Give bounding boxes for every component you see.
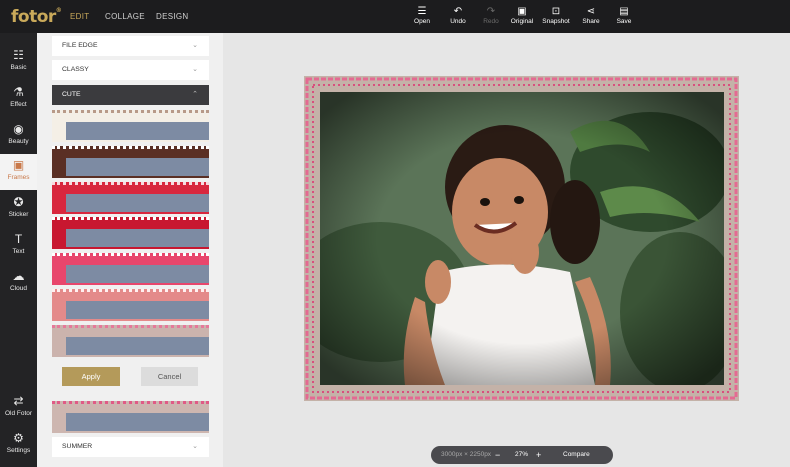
sliders-icon: ☷: [13, 48, 24, 62]
sidebar-item-label: Text: [12, 248, 25, 255]
nav-collage[interactable]: COLLAGE: [105, 12, 145, 21]
frame-thumbnail[interactable]: [52, 146, 209, 178]
frame-preview-area: [66, 194, 209, 212]
share-button[interactable]: ⋖ Share: [576, 5, 606, 25]
toolbar-label: Open: [414, 18, 430, 25]
save-icon: ▤: [619, 6, 629, 17]
zoom-out-button[interactable]: −: [495, 446, 500, 464]
category-cute[interactable]: CUTE ⌃: [52, 85, 209, 105]
frame-preview-area: [66, 158, 209, 176]
sidebar-item-label: Cloud: [10, 285, 27, 292]
frame-thumbnail[interactable]: [52, 289, 209, 321]
photo-image[interactable]: [320, 92, 724, 385]
category-label: CUTE: [62, 91, 81, 98]
frame-thumbnail[interactable]: [52, 182, 209, 214]
top-bar: fotor® EDIT COLLAGE DESIGN ☰ Open ↶ Undo ↷ Re…: [0, 0, 790, 33]
original-icon: ▣: [517, 6, 527, 17]
sidebar-item-label: Beauty: [8, 138, 29, 145]
category-classy[interactable]: CLASSY ⌄: [52, 60, 209, 80]
sidebar-item-effect[interactable]: ⚗ Effect: [0, 81, 37, 117]
sidebar-item-settings[interactable]: ⚙ Settings: [0, 427, 37, 463]
toolbar-label: Redo: [483, 18, 499, 25]
frame-icon: ▣: [12, 158, 25, 172]
redo-icon: ↷: [486, 6, 496, 17]
frame-preview-area: [66, 265, 209, 283]
toolbar-label: Snapshot: [542, 18, 570, 25]
frame-preview-area: [66, 337, 209, 355]
chevron-down-icon: ⌄: [192, 42, 198, 49]
category-label: FILE EDGE: [62, 42, 98, 49]
sidebar-item-basic[interactable]: ☷ Basic: [0, 44, 37, 80]
sidebar-item-label: Sticker: [8, 211, 29, 218]
nav-design[interactable]: DESIGN: [156, 12, 188, 21]
sticker-icon: ✪: [13, 195, 24, 209]
frame-preview-area: [66, 229, 209, 247]
zoom-level: 27%: [515, 451, 529, 458]
original-button[interactable]: ▣ Original: [507, 5, 537, 25]
frame-thumbnail[interactable]: [52, 325, 209, 357]
switch-icon: ⇄: [13, 394, 24, 408]
girl-portrait-illustration: [320, 92, 724, 385]
text-icon: T: [14, 232, 23, 246]
category-label: SUMMER: [62, 443, 93, 450]
share-icon: ⋖: [586, 6, 596, 17]
sidebar-item-label: Old Fotor: [4, 410, 33, 417]
category-file-edge[interactable]: FILE EDGE ⌄: [52, 36, 209, 56]
snapshot-button[interactable]: ⊡ Snapshot: [541, 5, 571, 25]
eye-icon: ◉: [13, 122, 24, 136]
category-summer[interactable]: SUMMER ⌄: [52, 437, 209, 457]
logo-text: fotor: [11, 7, 56, 27]
frame-preview-area: [66, 301, 209, 319]
open-button[interactable]: ☰ Open: [407, 5, 437, 25]
nav-edit[interactable]: EDIT: [70, 12, 89, 21]
frame-thumbnail[interactable]: [52, 217, 209, 249]
frame-thumbnail[interactable]: [52, 401, 209, 433]
toolbar-label: Undo: [450, 18, 466, 25]
sidebar-item-text[interactable]: T Text: [0, 228, 37, 264]
cancel-button[interactable]: Cancel: [141, 367, 198, 386]
compare-button[interactable]: Compare: [563, 446, 590, 464]
chevron-down-icon: ⌄: [192, 443, 198, 450]
zoom-in-button[interactable]: +: [536, 446, 541, 464]
frame-preview-area: [66, 122, 209, 140]
gear-icon: ⚙: [13, 431, 24, 445]
fotor-logo[interactable]: fotor®: [11, 7, 62, 27]
category-label: CLASSY: [62, 66, 89, 73]
chevron-down-icon: ⌄: [192, 66, 198, 73]
frame-thumbnail[interactable]: [52, 110, 209, 142]
flask-icon: ⚗: [13, 85, 24, 99]
menu-icon: ☰: [417, 6, 427, 17]
apply-button[interactable]: Apply: [62, 367, 120, 386]
undo-icon: ↶: [453, 6, 463, 17]
sidebar-item-label: Basic: [10, 64, 27, 71]
snapshot-icon: ⊡: [551, 6, 561, 17]
sidebar-item-old-fotor[interactable]: ⇄ Old Fotor: [0, 390, 37, 426]
cloud-icon: ☁: [12, 269, 25, 283]
toolbar-label: Original: [510, 18, 534, 25]
chevron-up-icon: ⌃: [192, 91, 198, 98]
toolbar-label: Share: [582, 18, 600, 25]
logo-mark: ®: [55, 7, 62, 14]
sidebar-item-frames[interactable]: ▣ Frames: [0, 154, 37, 190]
sidebar-item-label: Frames: [7, 174, 30, 181]
sidebar-item-cloud[interactable]: ☁ Cloud: [0, 265, 37, 301]
sidebar-item-label: Effect: [10, 101, 27, 108]
sidebar-item-label: Settings: [6, 447, 31, 454]
zoom-status-bar: 3000px × 2250px − 27% + Compare: [431, 446, 613, 464]
save-button[interactable]: ▤ Save: [609, 5, 639, 25]
undo-button[interactable]: ↶ Undo: [443, 5, 473, 25]
image-dimensions: 3000px × 2250px: [441, 451, 492, 458]
toolbar-label: Save: [616, 18, 632, 25]
sidebar-item-sticker[interactable]: ✪ Sticker: [0, 191, 37, 227]
redo-button[interactable]: ↷ Redo: [476, 5, 506, 25]
frame-thumbnail[interactable]: [52, 253, 209, 285]
frames-panel: FILE EDGE ⌄ CLASSY ⌄ CUTE ⌃ SUMMER ⌄: [37, 33, 223, 467]
frame-preview-area: [66, 413, 209, 431]
sidebar: ☷ Basic ⚗ Effect ◉ Beauty ▣ Frames ✪ Sticker T Text…: [0, 33, 37, 467]
sidebar-item-beauty[interactable]: ◉ Beauty: [0, 118, 37, 154]
